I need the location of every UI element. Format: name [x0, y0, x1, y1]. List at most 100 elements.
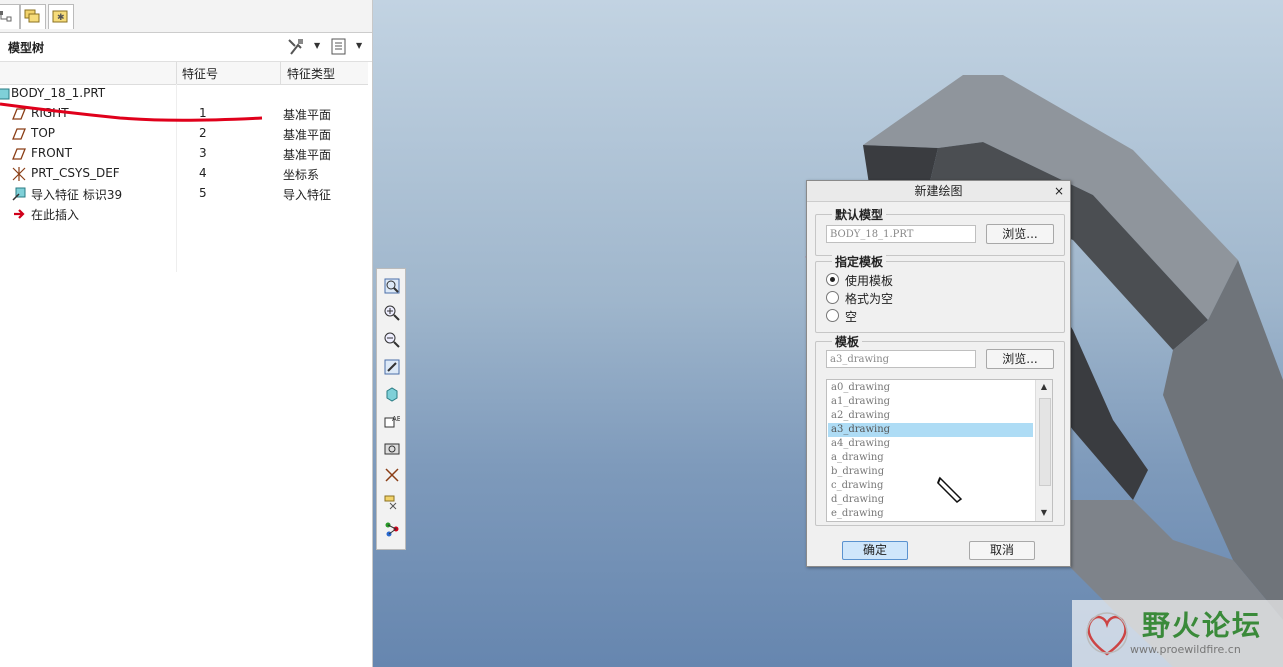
tree-item-type: 基准平面 [283, 128, 332, 142]
datum-display-icon [384, 495, 397, 510]
tree-item-type: 基准平面 [283, 108, 332, 122]
new-drawing-dialog: 新建绘图 × 默认模型 BODY_18_1.PRT 浏览... 指定模板 使用模… [806, 180, 1071, 567]
saved-views-button[interactable]: AB [381, 410, 403, 432]
repaint-button[interactable] [381, 356, 403, 378]
camera-icon [384, 443, 400, 455]
radio-empty[interactable]: 空 [826, 308, 1026, 324]
radio-use-template[interactable]: 使用模板 [826, 272, 1026, 288]
tree-root-item[interactable]: BODY_18_1.PRT [0, 84, 368, 104]
tree-structure-icon [0, 11, 12, 22]
panel-tabs: ✱ [0, 0, 372, 33]
cancel-button[interactable]: 取消 [969, 541, 1035, 560]
radio-label: 格式为空 [845, 292, 894, 306]
list-item[interactable]: a_drawing [828, 451, 1033, 465]
scroll-down-icon[interactable]: ▼ [1038, 507, 1050, 519]
show-list-icon[interactable] [330, 37, 352, 57]
tree-item-number: 4 [199, 166, 207, 180]
star-folder-icon: ✱ [52, 10, 68, 23]
tab-model-tree[interactable] [0, 4, 20, 29]
datum-plane-icon [12, 148, 26, 160]
list-item[interactable]: e_drawing [828, 507, 1033, 521]
default-model-label: 默认模型 [832, 206, 887, 223]
column-divider[interactable] [280, 62, 281, 84]
view-manager-button[interactable] [381, 437, 403, 459]
zoom-in-button[interactable] [381, 302, 403, 324]
list-item-selected[interactable]: a3_drawing [828, 423, 1033, 437]
list-scrollbar[interactable]: ▲ ▼ [1035, 380, 1052, 521]
default-model-group: 默认模型 BODY_18_1.PRT 浏览... [815, 206, 1065, 256]
tree-item-number: 3 [199, 146, 207, 160]
tree-item[interactable]: FRONT 3 基准平面 [0, 144, 368, 164]
pencil-cursor-icon [937, 476, 963, 503]
import-feature-icon [12, 187, 26, 201]
list-item[interactable]: d_drawing [828, 493, 1033, 507]
settings-tools-icon[interactable] [286, 37, 308, 57]
part-icon [0, 88, 10, 100]
refit-button[interactable] [381, 275, 403, 297]
default-model-field[interactable]: BODY_18_1.PRT [826, 225, 976, 243]
column-header-feature-number[interactable]: 特征号 [182, 65, 218, 82]
insert-here-item[interactable]: 在此插入 [0, 204, 368, 224]
model-tree-panel: ✱ 模型树 ▼ ▼ 特征号 特征类型 BODY_18_1.PRT RIGHT 1… [0, 0, 373, 667]
tree-item[interactable]: 导入特征 标识39 5 导入特征 [0, 184, 368, 204]
radio-label: 空 [845, 310, 858, 324]
tree-item-type: 坐标系 [283, 168, 320, 182]
column-divider[interactable] [176, 62, 177, 84]
tree-item-number: 5 [199, 186, 207, 200]
view-toolbar: AB [376, 268, 406, 550]
datum-plane-icon [12, 128, 26, 140]
tab-folder-browser[interactable] [20, 4, 46, 29]
datum-display-button[interactable] [381, 491, 403, 513]
display-style-button[interactable] [381, 383, 403, 405]
spin-center-button[interactable] [381, 518, 403, 540]
tab-favorites[interactable]: ✱ [48, 4, 74, 29]
tree-item-name: RIGHT [31, 106, 69, 120]
radio-circle [826, 273, 839, 286]
watermark-url: www.proewildfire.cn [1130, 643, 1241, 656]
column-header-feature-type[interactable]: 特征类型 [287, 65, 335, 82]
dialog-title: 新建绘图 [914, 184, 963, 198]
csys-display-icon [385, 468, 399, 482]
arrow-right-icon [14, 209, 25, 219]
zoom-in-icon [384, 305, 400, 321]
close-icon[interactable]: × [1054, 181, 1064, 201]
tree-item-name: TOP [31, 126, 56, 140]
radio-selected-dot [830, 277, 835, 282]
list-item[interactable]: a1_drawing [828, 395, 1033, 409]
template-field[interactable]: a3_drawing [826, 350, 976, 368]
list-item[interactable]: a0_drawing [828, 381, 1033, 395]
list-item[interactable]: a2_drawing [828, 409, 1033, 423]
csys-display-button[interactable] [381, 464, 403, 486]
tree-item[interactable]: TOP 2 基准平面 [0, 124, 368, 144]
tree-item-type: 基准平面 [283, 148, 332, 162]
model-tree-title: 模型树 [8, 41, 45, 55]
layers-folder-icon [24, 9, 40, 23]
scroll-up-icon[interactable]: ▲ [1038, 381, 1050, 393]
zoom-out-button[interactable] [381, 329, 403, 351]
tree-item-name: 导入特征 标识39 [31, 188, 123, 202]
svg-text:AB: AB [392, 415, 400, 423]
radio-empty-with-format[interactable]: 格式为空 [826, 290, 1026, 306]
dialog-title-bar[interactable]: 新建绘图 × [807, 181, 1070, 202]
list-item[interactable]: b_drawing [828, 465, 1033, 479]
radio-label: 使用模板 [845, 274, 894, 288]
browse-model-button[interactable]: 浏览... [986, 224, 1054, 244]
list-item[interactable]: a4_drawing [828, 437, 1033, 451]
radio-circle [826, 291, 839, 304]
chevron-down-icon[interactable]: ▼ [356, 41, 362, 50]
browse-template-button[interactable]: 浏览... [986, 349, 1054, 369]
ok-button[interactable]: 确定 [842, 541, 908, 560]
template-spec-group: 指定模板 使用模板 格式为空 空 [815, 253, 1065, 333]
list-item[interactable]: c_drawing [828, 479, 1033, 493]
tree-item[interactable]: RIGHT 1 基准平面 [0, 104, 368, 124]
saved-views-icon: AB [384, 415, 400, 428]
scroll-thumb[interactable] [1039, 398, 1051, 486]
template-spec-label: 指定模板 [832, 253, 887, 270]
template-list[interactable]: a0_drawing a1_drawing a2_drawing a3_draw… [826, 379, 1053, 522]
insert-here-label: 在此插入 [31, 208, 80, 222]
column-headers: 特征号 特征类型 [0, 62, 368, 85]
model-tree-header: 模型树 ▼ ▼ [0, 33, 372, 62]
chevron-down-icon[interactable]: ▼ [314, 41, 320, 50]
tree-item[interactable]: PRT_CSYS_DEF 4 坐标系 [0, 164, 368, 184]
svg-text:✱: ✱ [57, 13, 65, 23]
